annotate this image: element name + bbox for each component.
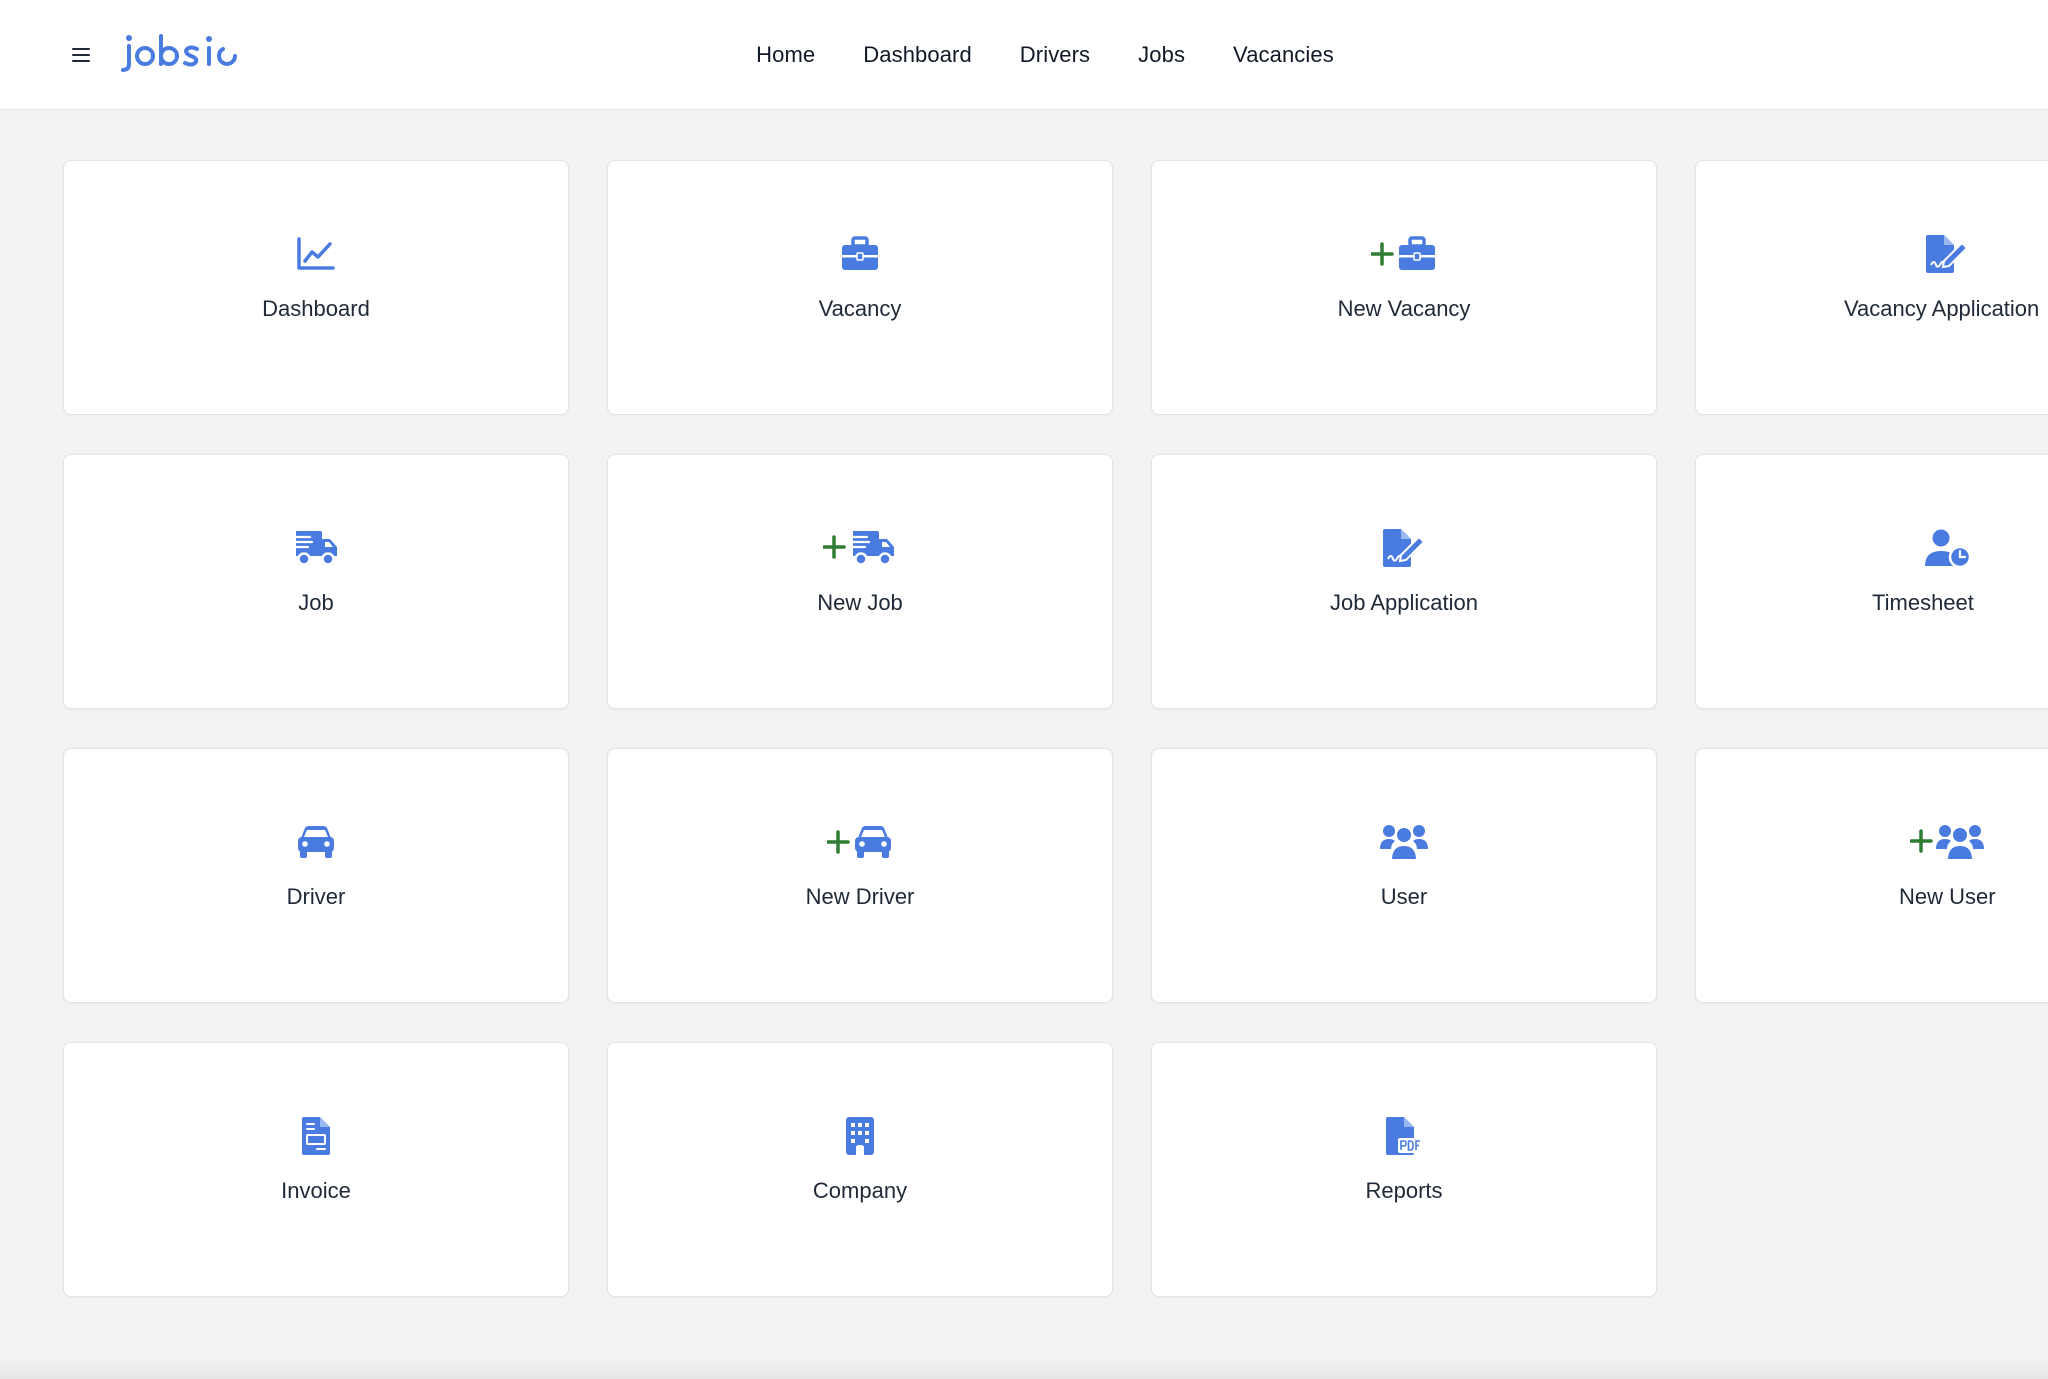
users-icon (1380, 825, 1428, 861)
tile-label: Job (298, 590, 334, 615)
tile-label: New Job (817, 590, 903, 615)
tile-label: Invoice (281, 1178, 351, 1203)
tile-label: User (1380, 884, 1428, 909)
truck-fast-icon (292, 531, 337, 566)
tile-vacancy-application[interactable]: Vacancy Application (1695, 160, 2048, 415)
file-signature-icon (1926, 235, 1969, 273)
plus-truck-fast-icon (823, 531, 894, 566)
app-page: Home Dashboard Drivers Jobs Vacancies Da… (0, 0, 2048, 1379)
tile-company[interactable]: Company (607, 1042, 1113, 1297)
tile-label: New Driver (805, 884, 915, 909)
plus-users-icon (1910, 825, 1984, 861)
tile-timesheet[interactable]: Timesheet (1695, 454, 2048, 709)
file-invoice-icon (302, 1117, 330, 1155)
tile-label: Timesheet (1872, 590, 1974, 615)
tile-label: New User (1899, 884, 1996, 909)
chart-line-icon (297, 237, 335, 270)
bottom-shadow (0, 1357, 2048, 1379)
nav-jobs[interactable]: Jobs (1138, 42, 1185, 68)
tile-vacancy[interactable]: Vacancy (607, 160, 1113, 415)
tiles-grid: Dashboard Vacancy New Vacancy Vacancy Ap… (63, 160, 2048, 1297)
nav-drivers[interactable]: Drivers (1020, 42, 1090, 68)
tile-label: Reports (1365, 1178, 1443, 1203)
car-icon (298, 826, 334, 858)
top-header: Home Dashboard Drivers Jobs Vacancies (0, 0, 2048, 110)
nav-vacancies[interactable]: Vacancies (1233, 42, 1334, 68)
tile-job[interactable]: Job (63, 454, 569, 709)
tile-label: New Vacancy (1337, 296, 1471, 321)
file-pdf-icon (1386, 1117, 1423, 1155)
tile-dashboard[interactable]: Dashboard (63, 160, 569, 415)
nav-home[interactable]: Home (756, 42, 815, 68)
briefcase-icon (842, 236, 878, 270)
file-signature-icon (1383, 529, 1426, 567)
tile-invoice[interactable]: Invoice (63, 1042, 569, 1297)
tile-job-application[interactable]: Job Application (1151, 454, 1657, 709)
tile-new-vacancy[interactable]: New Vacancy (1151, 160, 1657, 415)
tile-reports[interactable]: Reports (1151, 1042, 1657, 1297)
tile-label: Company (812, 1178, 908, 1203)
tile-new-job[interactable]: New Job (607, 454, 1113, 709)
user-clock-icon (1925, 529, 1972, 568)
tile-label: Job Application (1330, 590, 1478, 615)
main-nav: Home Dashboard Drivers Jobs Vacancies (0, 0, 2048, 110)
tile-user[interactable]: User (1151, 748, 1657, 1003)
nav-dashboard[interactable]: Dashboard (863, 42, 972, 68)
plus-car-icon (827, 826, 891, 858)
tile-new-driver[interactable]: New Driver (607, 748, 1113, 1003)
tile-driver[interactable]: Driver (63, 748, 569, 1003)
tile-label: Dashboard (262, 296, 370, 321)
tile-label: Vacancy Application (1844, 296, 2040, 321)
building-icon (846, 1117, 874, 1155)
tile-label: Vacancy (818, 296, 902, 321)
plus-briefcase-icon (1371, 236, 1435, 270)
tile-new-user[interactable]: New User (1695, 748, 2048, 1003)
tile-label: Driver (286, 884, 346, 909)
